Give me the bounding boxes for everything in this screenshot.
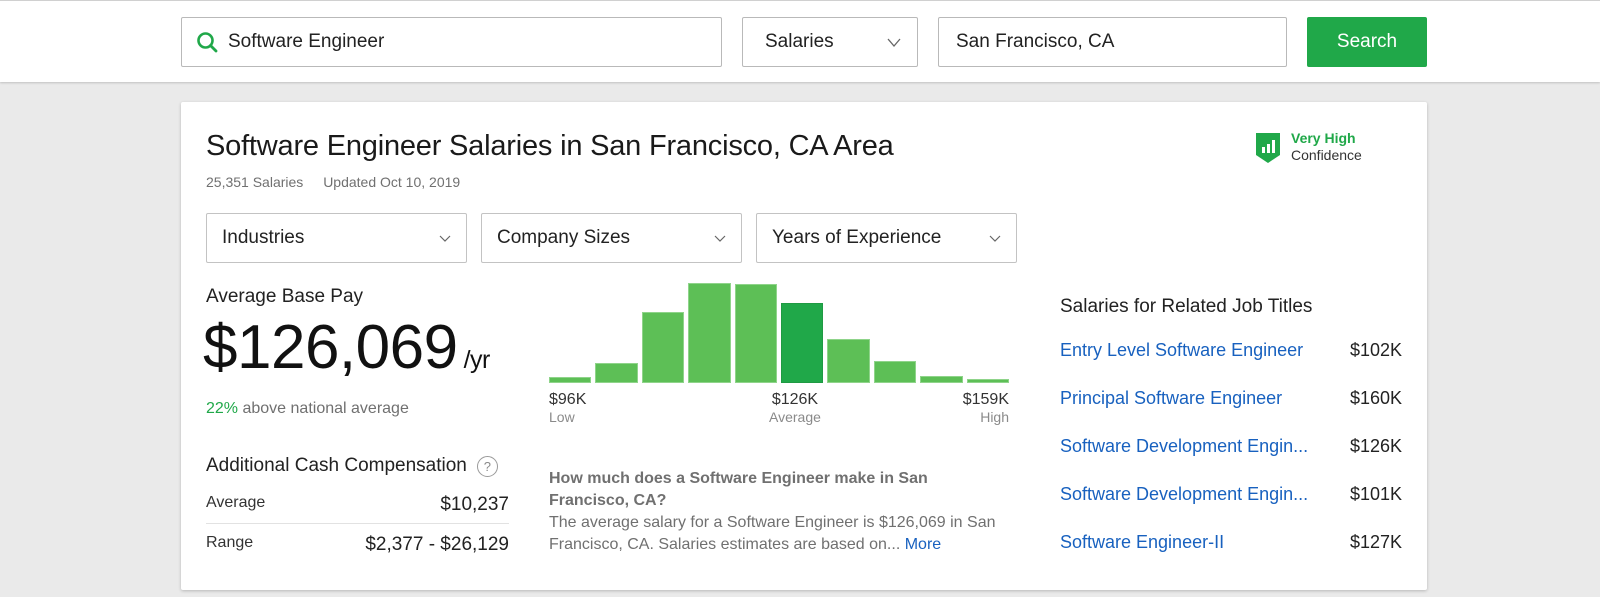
related-item: Software Development Engin... $126K <box>1060 436 1402 484</box>
filter-industries[interactable]: Industries <box>206 213 467 263</box>
high-value: $159K <box>962 391 1009 408</box>
row-value: $10,237 <box>440 494 509 515</box>
base-pay-value: $126,069/yr <box>203 312 490 383</box>
help-icon[interactable]: ? <box>476 455 498 477</box>
salary-card: Software Engineer Salaries in San Franci… <box>181 102 1427 590</box>
histogram-bar <box>827 339 870 383</box>
search-type-select[interactable]: Salaries <box>742 17 918 67</box>
salary-meta: 25,351 Salaries Updated Oct 10, 2019 <box>206 174 460 190</box>
filter-label: Company Sizes <box>497 227 631 248</box>
page-title: Software Engineer Salaries in San Franci… <box>206 130 894 162</box>
search-icon <box>197 32 218 53</box>
related-salary: $127K <box>1349 532 1402 552</box>
low-value: $96K <box>549 391 587 408</box>
filter-company-sizes[interactable]: Company Sizes <box>481 213 742 263</box>
related-item: Software Engineer-II $127K <box>1060 532 1402 580</box>
filter-years-experience[interactable]: Years of Experience <box>756 213 1017 263</box>
chevron-down-icon <box>439 235 451 242</box>
additional-cash-average-row: Average $10,237 <box>206 494 509 524</box>
search-button[interactable]: Search <box>1307 17 1427 67</box>
national-comparison: 22% above national average <box>206 400 409 418</box>
related-title: Salaries for Related Job Titles <box>1060 296 1313 317</box>
salary-histogram <box>549 277 1009 383</box>
additional-cash-range-row: Range $2,377 - $26,129 <box>206 534 509 556</box>
histogram-low: $96K Low <box>549 391 586 425</box>
related-job-link[interactable]: Principal Software Engineer <box>1060 388 1282 436</box>
related-salary: $160K <box>1349 388 1402 408</box>
base-pay-label: Average Base Pay <box>206 286 364 307</box>
related-job-link[interactable]: Software Development Engin... <box>1060 484 1308 532</box>
related-job-titles: Salaries for Related Job Titles Entry Le… <box>1060 296 1402 580</box>
histogram-bar <box>595 362 638 383</box>
related-salary: $126K <box>1349 436 1402 456</box>
additional-cash-title: Additional Cash Compensation ? <box>206 455 498 477</box>
histogram-high: $159K High <box>941 391 1009 425</box>
search-type-value: Salaries <box>765 31 834 52</box>
histogram-bar <box>734 284 777 383</box>
keyword-input[interactable]: Software Engineer <box>181 17 722 67</box>
filter-label: Years of Experience <box>772 227 942 248</box>
base-pay-unit: /yr <box>463 346 491 374</box>
confidence-shield-icon <box>1256 133 1280 163</box>
confidence-badge: Very High Confidence <box>1255 130 1362 164</box>
location-value: San Francisco, CA <box>956 31 1115 52</box>
additional-cash-heading: Additional Cash Compensation <box>206 455 467 476</box>
faq-answer: The average salary for a Software Engine… <box>549 512 999 556</box>
faq-question: How much does a Software Engineer make i… <box>549 470 928 509</box>
average-label: Average <box>769 409 821 425</box>
related-job-link[interactable]: Entry Level Software Engineer <box>1060 340 1303 388</box>
histogram-bar <box>781 303 824 383</box>
comparison-percent: 22% <box>206 400 239 417</box>
salary-count: 25,351 Salaries <box>206 174 304 190</box>
confidence-level: Very High <box>1291 130 1356 146</box>
histogram-bar <box>966 378 1009 383</box>
histogram-bar <box>920 375 963 383</box>
related-salary: $102K <box>1349 340 1402 360</box>
row-label: Range <box>206 534 254 551</box>
more-link[interactable]: More <box>905 536 941 553</box>
location-input[interactable]: San Francisco, CA <box>938 17 1287 67</box>
related-item: Entry Level Software Engineer $102K <box>1060 340 1402 388</box>
keyword-value: Software Engineer <box>228 31 385 52</box>
related-item: Software Development Engin... $101K <box>1060 484 1402 532</box>
row-value: $2,377 - $26,129 <box>365 534 509 555</box>
related-salary: $101K <box>1349 484 1402 504</box>
histogram-bar <box>873 360 917 383</box>
related-item: Principal Software Engineer $160K <box>1060 388 1402 436</box>
row-label: Average <box>206 494 266 511</box>
high-label: High <box>980 409 1009 425</box>
updated-date: Updated Oct 10, 2019 <box>323 174 461 190</box>
related-job-link[interactable]: Software Development Engin... <box>1060 436 1308 484</box>
histogram-average: $126K Average <box>769 391 821 425</box>
average-value: $126K <box>771 391 819 408</box>
filter-label: Industries <box>222 227 305 248</box>
histogram-bar <box>549 376 592 383</box>
base-pay-amount: $126,069 <box>203 313 458 382</box>
chevron-down-icon <box>714 235 726 242</box>
confidence-label: Confidence <box>1291 147 1362 163</box>
related-job-link[interactable]: Software Engineer-II <box>1060 532 1224 580</box>
chevron-down-icon <box>887 38 901 47</box>
comparison-text: above national average <box>242 400 409 417</box>
salary-faq: How much does a Software Engineer make i… <box>549 468 999 556</box>
low-label: Low <box>549 409 575 425</box>
search-bar: Software Engineer Salaries San Francisco… <box>0 0 1600 82</box>
chevron-down-icon <box>989 235 1001 242</box>
histogram-bar <box>688 283 731 383</box>
histogram-bar <box>641 311 685 383</box>
